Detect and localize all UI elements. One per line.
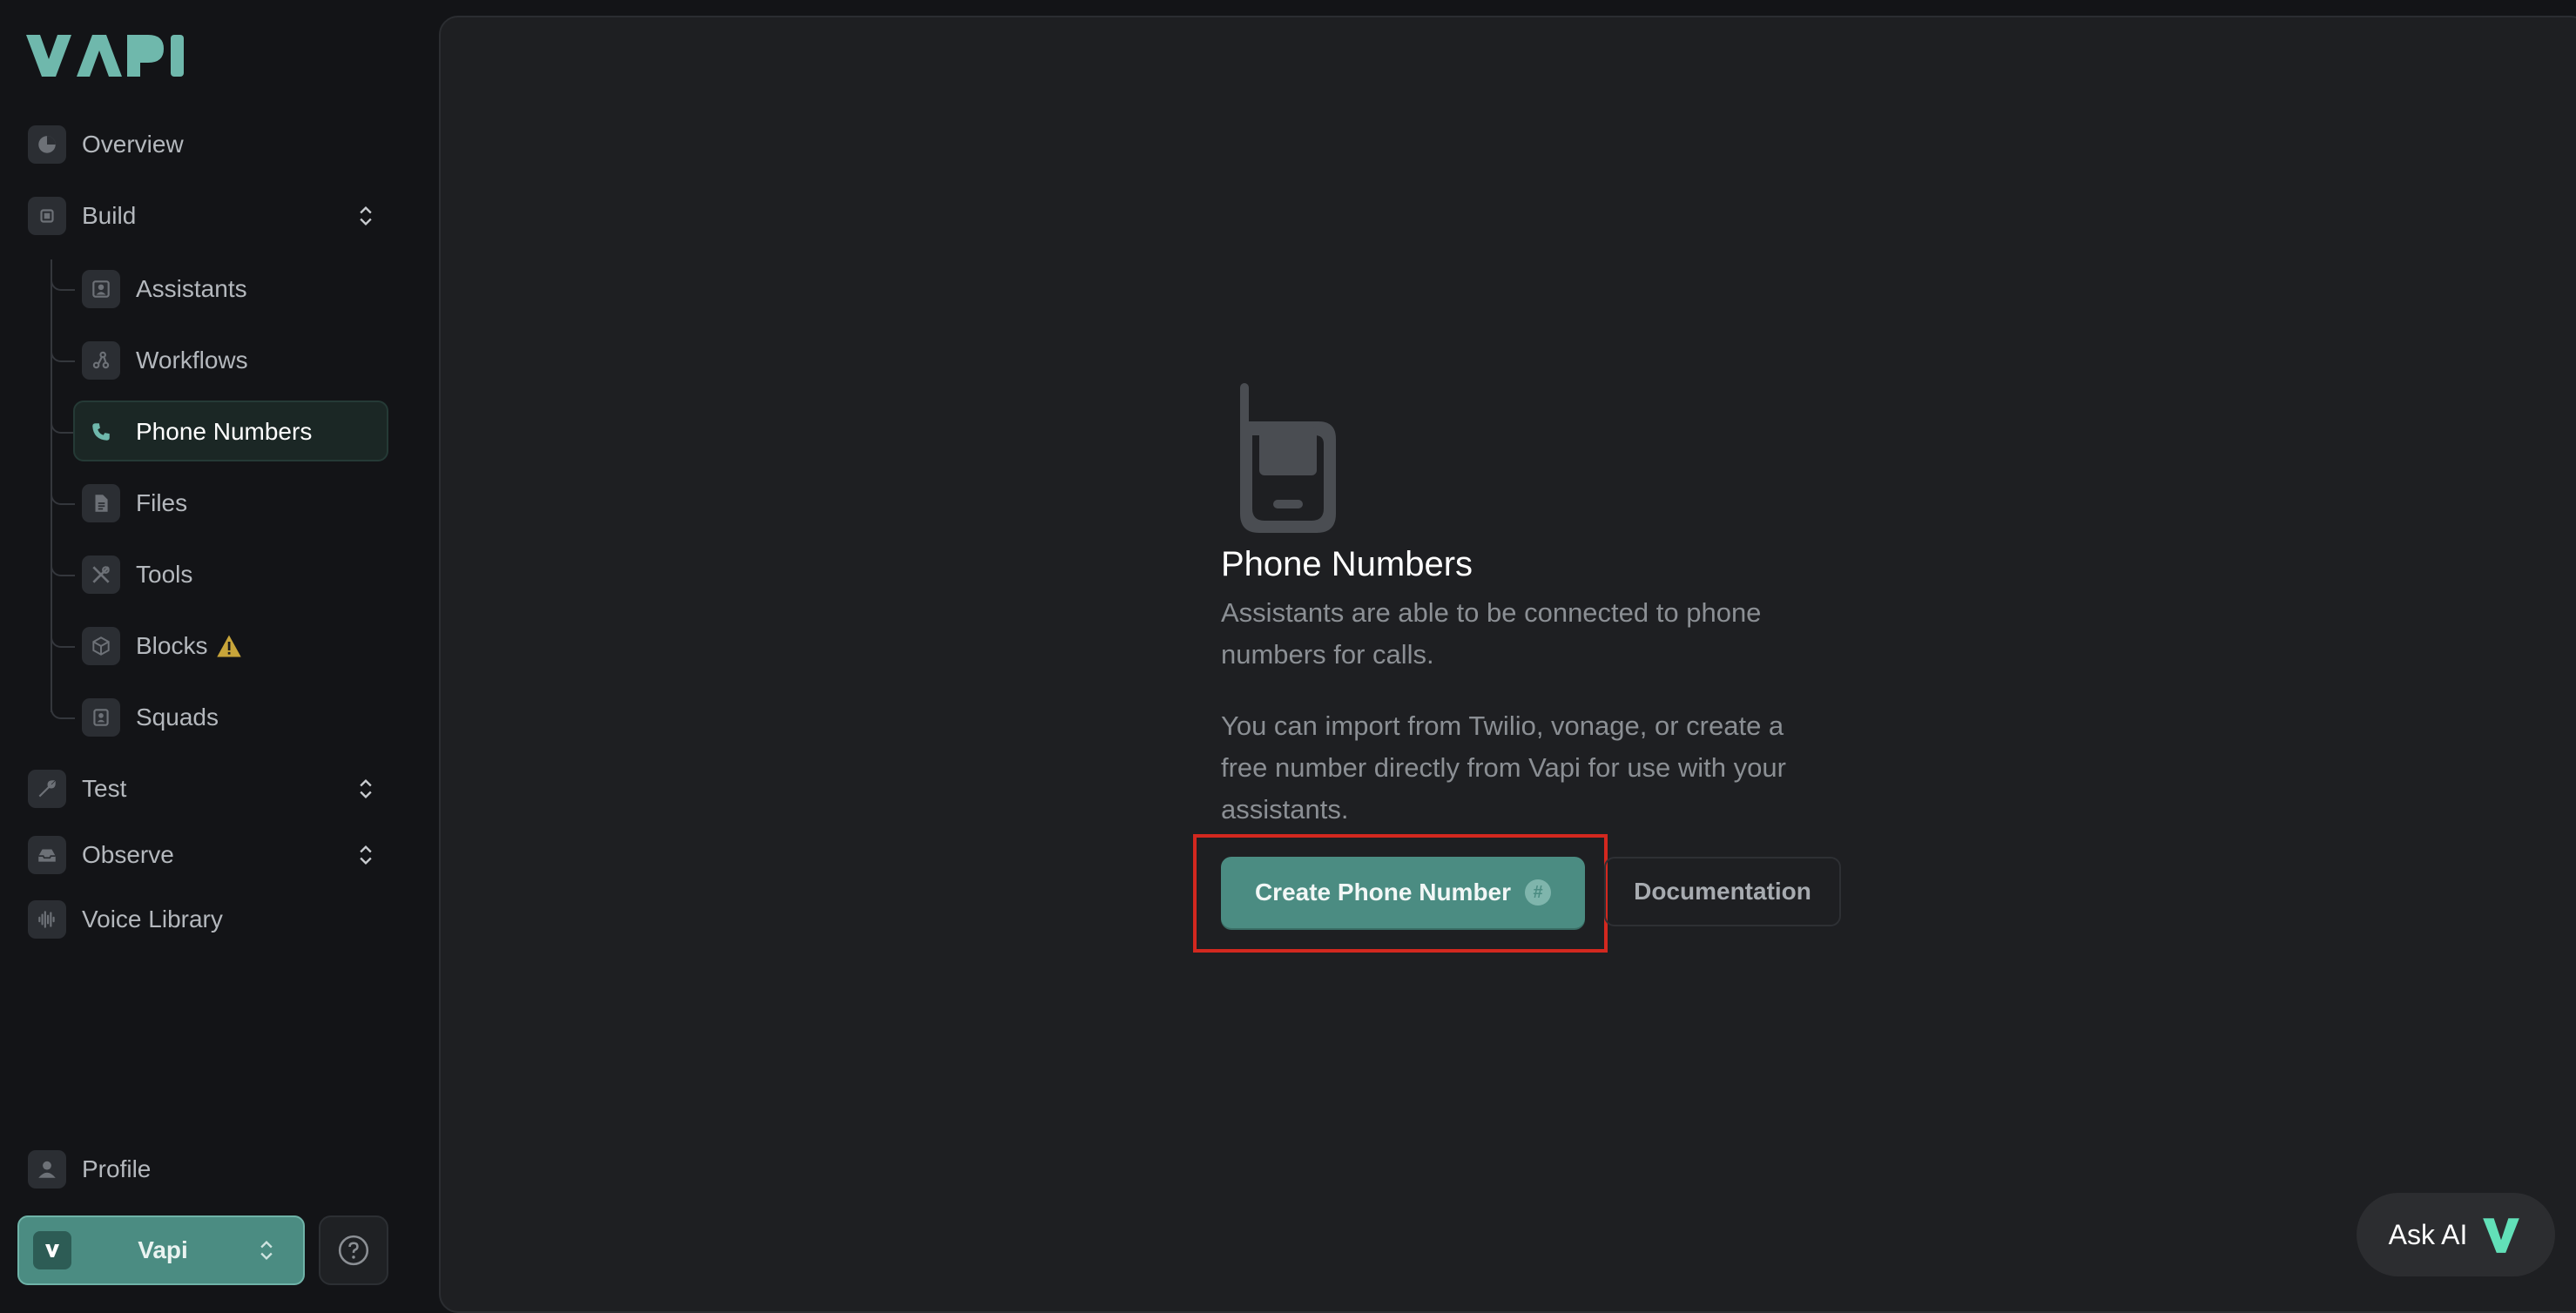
phone-icon <box>82 413 120 451</box>
empty-state-title: Phone Numbers <box>1221 545 1473 583</box>
assistant-icon <box>82 270 120 308</box>
chevron-updown-icon <box>260 1241 273 1260</box>
empty-state-description: You can import from Twilio, vonage, or c… <box>1221 710 1786 825</box>
vapi-logo[interactable] <box>26 33 185 78</box>
chevron-updown-icon[interactable] <box>354 777 378 801</box>
warning-icon <box>217 635 242 657</box>
sidebar-item-assistants[interactable]: Assistants <box>82 262 247 316</box>
nav-profile[interactable]: Profile <box>28 1142 151 1196</box>
vapi-org-icon <box>33 1231 71 1269</box>
sidebar: Overview Build Assistants Workflows Phon… <box>0 0 435 1301</box>
help-button[interactable] <box>319 1215 388 1285</box>
sidebar-item-label: Workflows <box>136 347 248 374</box>
tree-branch <box>51 698 75 719</box>
chip-icon <box>28 197 66 235</box>
tree-branch <box>51 341 75 362</box>
nav-test[interactable]: Test <box>28 762 126 816</box>
nav-test-label: Test <box>82 775 127 802</box>
sidebar-item-label: Assistants <box>136 275 247 302</box>
nav-build-label: Build <box>82 202 137 229</box>
tree-branch <box>51 484 75 505</box>
nav-profile-label: Profile <box>82 1155 152 1182</box>
tree-branch <box>51 627 75 648</box>
workflow-icon <box>82 341 120 380</box>
sidebar-item-workflows[interactable]: Workflows <box>82 333 248 387</box>
org-switcher-button[interactable]: Vapi <box>17 1215 305 1285</box>
sidebar-item-blocks[interactable]: Blocks <box>82 619 242 673</box>
sidebar-item-phone-numbers[interactable]: Phone Numbers <box>82 405 312 459</box>
help-icon <box>338 1235 369 1266</box>
sidebar-item-label: Tools <box>136 561 193 588</box>
tools-icon <box>82 556 120 594</box>
vapi-logo-icon <box>2483 1218 2520 1253</box>
mobile-phone-icon <box>1240 383 1336 533</box>
sidebar-item-files[interactable]: Files <box>82 476 187 530</box>
nav-observe-label: Observe <box>82 841 174 868</box>
documentation-button[interactable]: Documentation <box>1604 857 1841 926</box>
nav-voice-library-label: Voice Library <box>82 906 223 933</box>
ask-ai-label: Ask AI <box>2388 1218 2468 1250</box>
create-phone-number-button[interactable]: Create Phone Number # <box>1221 857 1585 928</box>
chevron-updown-icon[interactable] <box>354 204 378 228</box>
empty-state-description: Assistants are able to be connected to p… <box>1221 597 1762 670</box>
blocks-icon <box>82 627 120 665</box>
waveform-icon <box>28 900 66 939</box>
sidebar-item-label: Blocks <box>136 632 208 659</box>
wrench-icon <box>28 770 66 808</box>
pie-chart-icon <box>28 125 66 164</box>
org-name: Vapi <box>138 1236 188 1263</box>
file-icon <box>82 484 120 522</box>
tree-branch <box>51 556 75 576</box>
nav-overview-label: Overview <box>82 131 184 158</box>
tree-branch <box>51 270 75 291</box>
hash-icon: # <box>1525 879 1552 906</box>
sidebar-item-label: Files <box>136 489 188 516</box>
sidebar-item-label: Phone Numbers <box>136 418 313 445</box>
sidebar-item-tools[interactable]: Tools <box>82 548 192 602</box>
tree-branch <box>51 413 75 434</box>
ask-ai-button[interactable]: Ask AI <box>2357 1193 2555 1276</box>
nav-overview[interactable]: Overview <box>28 118 184 172</box>
sidebar-item-label: Squads <box>136 704 219 731</box>
nav-voice-library[interactable]: Voice Library <box>28 892 223 946</box>
squads-icon <box>82 698 120 737</box>
sidebar-item-squads[interactable]: Squads <box>82 690 219 744</box>
inbox-icon <box>28 836 66 874</box>
nav-build[interactable]: Build <box>28 189 136 243</box>
create-phone-number-label: Create Phone Number <box>1254 879 1512 906</box>
chevron-updown-icon[interactable] <box>354 843 378 867</box>
documentation-label: Documentation <box>1634 878 1811 905</box>
nav-observe[interactable]: Observe <box>28 828 174 882</box>
user-icon <box>28 1150 66 1188</box>
